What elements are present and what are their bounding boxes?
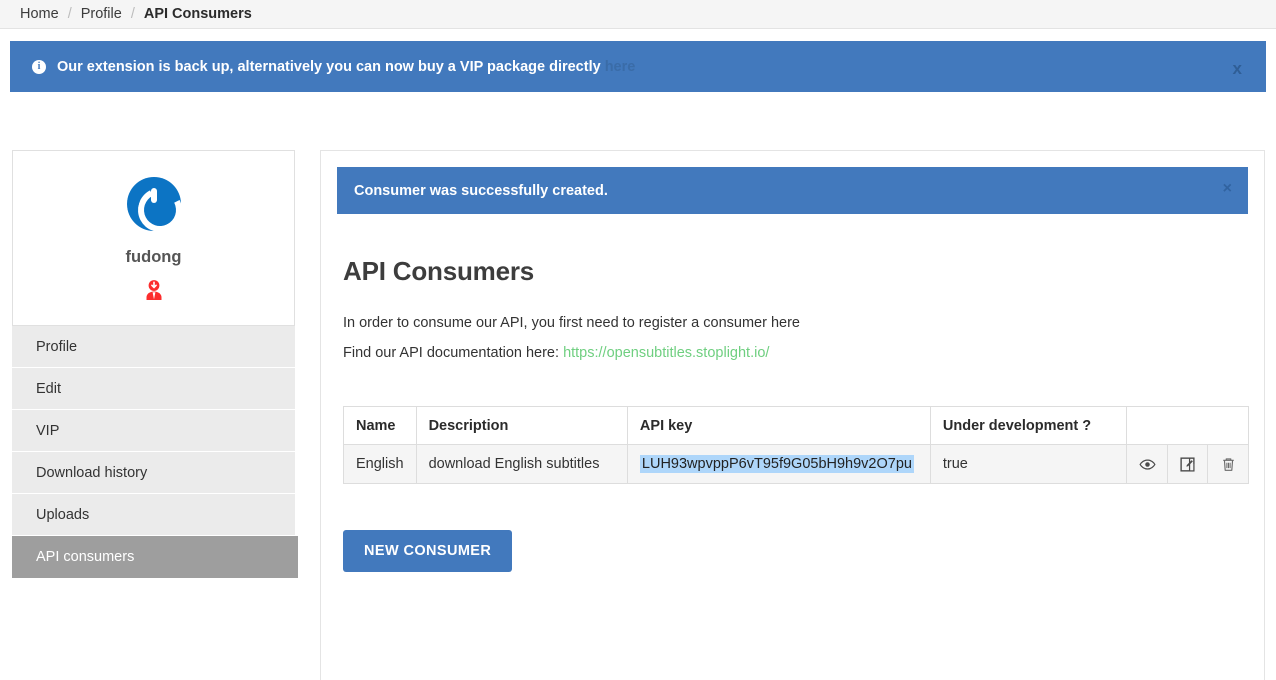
column-header-api-key: API key	[626, 406, 931, 445]
success-alert: Consumer was successfully created. ×	[337, 167, 1248, 214]
table-body: English download English subtitles LUH93…	[343, 444, 1249, 484]
breadcrumb-item-profile[interactable]: Profile	[81, 6, 122, 22]
success-alert-close-icon[interactable]: ×	[1223, 180, 1232, 198]
cell-api-key[interactable]: LUH93wpvppP6vT95f9G05bH9h9v2O7pu	[626, 444, 931, 484]
edit-icon	[1180, 456, 1195, 472]
info-banner-message: Our extension is back up, alternatively …	[57, 58, 601, 75]
breadcrumb-separator: /	[67, 6, 72, 22]
intro-text: In order to consume our API, you first n…	[343, 315, 800, 331]
eye-icon	[1139, 458, 1156, 470]
cell-name: English	[343, 444, 417, 484]
sidebar-item-label: Download history	[36, 464, 148, 481]
sidebar-username: fudong	[125, 248, 182, 266]
edit-consumer-button[interactable]	[1168, 445, 1209, 483]
docs-text: Find our API documentation here: https:/…	[343, 345, 1248, 361]
success-alert-message: Consumer was successfully created.	[354, 182, 608, 199]
breadcrumb-separator: /	[130, 6, 135, 22]
column-header-actions	[1126, 406, 1249, 445]
main-panel: Consumer was successfully created. × API…	[320, 150, 1265, 680]
sidebar-item-uploads[interactable]: Uploads	[12, 494, 295, 536]
breadcrumb-item-api-consumers: API Consumers	[143, 6, 252, 22]
sidebar-item-download-history[interactable]: Download history	[12, 452, 295, 494]
sidebar-item-api-consumers[interactable]: API consumers	[12, 536, 298, 578]
sidebar-item-label: Profile	[36, 338, 78, 355]
info-banner-close-icon[interactable]: x	[1233, 59, 1242, 79]
action-button-group	[1127, 445, 1248, 483]
power-logo-avatar	[126, 177, 181, 231]
page-title: API Consumers	[343, 256, 535, 286]
api-key-value[interactable]: LUH93wpvppP6vT95f9G05bH9h9v2O7pu	[639, 455, 914, 473]
docs-prefix-label: Find our API documentation here:	[343, 345, 564, 361]
profile-card: fudong	[12, 150, 295, 326]
cell-description: download English subtitles	[415, 444, 628, 484]
view-consumer-button[interactable]	[1127, 445, 1168, 483]
new-consumer-button[interactable]: NEW CONSUMER	[343, 530, 513, 572]
api-documentation-link[interactable]: https://opensubtitles.stoplight.io/	[563, 345, 769, 361]
api-consumers-table: Name Description API key Under developme…	[343, 406, 1249, 484]
table-header-row: Name Description API key Under developme…	[343, 406, 1249, 445]
column-header-description: Description	[415, 406, 628, 445]
info-circle-icon: i	[32, 59, 46, 74]
table-row: English download English subtitles LUH93…	[343, 444, 1249, 484]
breadcrumb: Home / Profile / API Consumers	[0, 0, 1276, 29]
sidebar-nav: Profile Edit VIP Download history Upload…	[12, 326, 298, 578]
cell-under-development: true	[929, 444, 1128, 484]
sidebar-item-profile[interactable]: Profile	[12, 326, 295, 368]
trash-icon	[1222, 457, 1234, 471]
delete-consumer-button[interactable]	[1208, 445, 1248, 483]
sidebar-item-label: API consumers	[36, 549, 135, 565]
info-banner-here-link[interactable]: here	[605, 59, 636, 75]
sidebar: fudong Profile Edit VIP Download history	[12, 150, 298, 578]
user-download-rank-icon	[146, 280, 161, 300]
sidebar-item-label: Uploads	[36, 506, 90, 523]
sidebar-item-vip[interactable]: VIP	[12, 410, 295, 452]
table-header: Name Description API key Under developme…	[343, 406, 1249, 445]
cell-actions	[1126, 444, 1249, 484]
column-header-name: Name	[343, 406, 417, 445]
sidebar-item-label: VIP	[36, 422, 60, 439]
column-header-under-development: Under development ?	[929, 406, 1128, 445]
info-banner: i Our extension is back up, alternativel…	[10, 41, 1266, 92]
sidebar-item-label: Edit	[36, 380, 61, 397]
breadcrumb-item-home[interactable]: Home	[20, 6, 59, 22]
sidebar-item-edit[interactable]: Edit	[12, 368, 295, 410]
